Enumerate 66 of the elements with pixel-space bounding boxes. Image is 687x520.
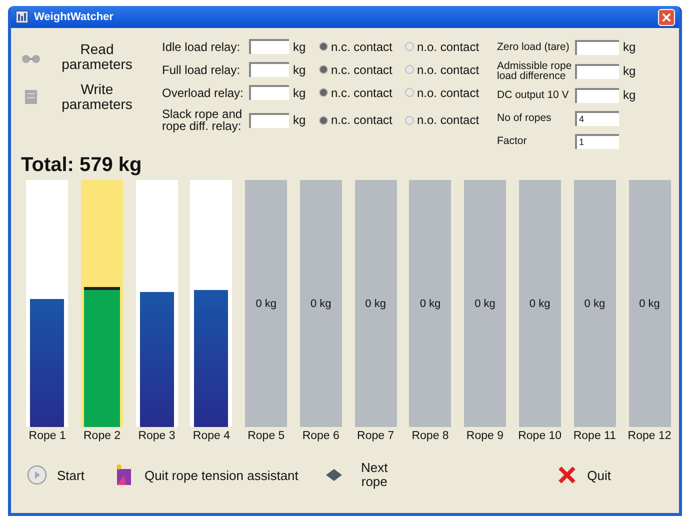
rope-label: Rope 12 — [628, 430, 672, 442]
total-weight: Total: 579 kg — [21, 154, 143, 178]
read-parameters-button[interactable]: Read parameters — [21, 42, 156, 72]
relay-label: Full load relay: — [162, 64, 242, 76]
gauge-reading: 0 kg — [584, 298, 606, 310]
unit-label: kg — [292, 62, 307, 76]
assistant-button[interactable]: Quit rope tension assistant — [114, 463, 298, 487]
setting-label: Zero load (tare) — [497, 42, 570, 52]
close-button[interactable] — [658, 8, 675, 26]
rope-label: Rope 4 — [192, 430, 230, 442]
gauge-reading: 0 kg — [310, 298, 332, 310]
input-field[interactable] — [249, 112, 289, 128]
rope-label: Rope 6 — [302, 430, 340, 442]
gauge-reading: 0 kg — [256, 298, 277, 310]
rope-label: Rope 11 — [573, 430, 616, 442]
setting-label: Factor — [497, 136, 528, 146]
window-title: WeightWatcher — [34, 11, 114, 23]
unit-label: kg — [622, 88, 637, 102]
app-icon — [15, 10, 29, 24]
radio-option[interactable]: n.o. contact — [405, 40, 491, 54]
setting-label: DC output 10 V — [497, 90, 570, 100]
radio-option[interactable]: n.c. contact — [319, 113, 405, 127]
radio-option[interactable]: n.c. contact — [319, 86, 405, 100]
relay-label: Overload relay: — [162, 86, 244, 98]
radio-option[interactable]: n.o. contact — [405, 113, 491, 127]
rope-label: Rope 5 — [248, 430, 285, 442]
write-parameters-button[interactable]: Write parameters — [21, 82, 156, 112]
quit-button[interactable]: Quit — [557, 465, 611, 485]
play-icon — [27, 465, 47, 485]
radio-option[interactable]: n.o. contact — [405, 62, 491, 76]
relay-label: Idle load relay: — [162, 40, 242, 52]
input-field[interactable]: 4 — [575, 110, 619, 126]
radio-option[interactable]: n.c. contact — [319, 62, 405, 76]
input-field[interactable] — [249, 85, 289, 100]
input-field[interactable] — [575, 88, 619, 102]
rope-label: Rope 7 — [357, 430, 394, 442]
radio-option[interactable]: n.c. contact — [319, 40, 405, 54]
setting-label: Admissible rope load difference — [497, 61, 573, 81]
close-icon — [557, 465, 578, 485]
unit-label: kg — [622, 40, 637, 54]
relay-label: Slack rope and rope diff. relay: — [162, 108, 244, 132]
rope-label: Rope 2 — [84, 430, 121, 442]
input-field[interactable]: 1 — [575, 134, 619, 148]
unit-label: kg — [292, 40, 307, 54]
unit-label: kg — [292, 113, 307, 127]
radio-option[interactable]: n.o. contact — [405, 86, 491, 100]
setting-label: No of ropes — [497, 113, 552, 123]
start-button[interactable]: Start — [27, 465, 84, 485]
input-field[interactable] — [575, 64, 619, 78]
gauge-reading: 0 kg — [529, 298, 550, 310]
input-field[interactable] — [249, 39, 289, 54]
input-field[interactable] — [575, 40, 619, 54]
rope-label: Rope 3 — [138, 430, 176, 442]
rope-label: Rope 10 — [518, 430, 562, 442]
unit-label: kg — [622, 64, 637, 78]
gauge-reading: 0 kg — [474, 298, 496, 310]
close-icon — [662, 12, 671, 22]
unit-label: kg — [292, 86, 307, 100]
next-button[interactable]: Next rope — [324, 461, 394, 489]
rope-label: Rope 9 — [466, 430, 504, 442]
rope-label: Rope 8 — [412, 430, 449, 442]
rope-label: Rope 1 — [28, 430, 66, 442]
gauge-reading: 0 kg — [639, 298, 660, 310]
gauge-reading: 0 kg — [365, 298, 386, 310]
input-field[interactable] — [249, 62, 289, 77]
gauge-reading: 0 kg — [420, 298, 441, 310]
